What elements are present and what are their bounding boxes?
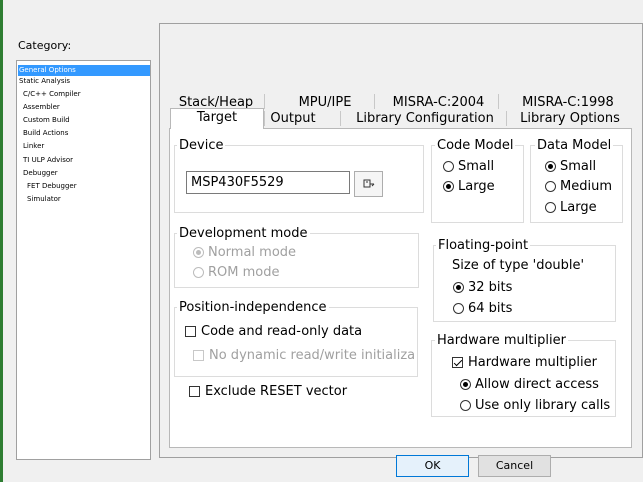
no-dynamic-init-checkbox[interactable]: No dynamic read/write initializatior bbox=[193, 348, 415, 363]
ok-button[interactable]: OK bbox=[396, 455, 469, 477]
hardware-multiplier-title: Hardware multiplier bbox=[435, 333, 568, 348]
tab-divider bbox=[506, 111, 507, 126]
radio-button[interactable] bbox=[453, 282, 464, 293]
category-item-static-analysis[interactable]: Static Analysis bbox=[18, 76, 70, 87]
category-item-linker[interactable]: Linker bbox=[22, 141, 44, 152]
radio-button[interactable] bbox=[460, 400, 471, 411]
checkbox[interactable] bbox=[189, 386, 200, 397]
tab-divider bbox=[264, 94, 265, 109]
category-item-ulp-advisor[interactable]: TI ULP Advisor bbox=[22, 155, 73, 166]
tab-divider bbox=[374, 94, 375, 109]
category-label: Category: bbox=[18, 39, 72, 52]
tab-divider bbox=[498, 94, 499, 109]
radio-button[interactable] bbox=[193, 267, 204, 278]
code-readonly-checkbox[interactable]: Code and read-only data bbox=[185, 324, 362, 339]
double-32-bits[interactable]: 32 bits bbox=[453, 280, 512, 295]
device-group-title: Device bbox=[177, 138, 226, 153]
data-model-medium[interactable]: Medium bbox=[545, 179, 612, 194]
category-item-general-options[interactable]: General Options bbox=[18, 65, 150, 76]
library-calls-option[interactable]: Use only library calls bbox=[460, 398, 610, 413]
category-item-assembler[interactable]: Assembler bbox=[22, 102, 60, 113]
browse-device-icon bbox=[363, 179, 374, 188]
exclude-reset-checkbox[interactable]: Exclude RESET vector bbox=[189, 384, 347, 399]
tab-library-options[interactable]: Library Options bbox=[512, 110, 628, 128]
tab-target[interactable]: Target bbox=[170, 108, 264, 129]
checkbox[interactable] bbox=[185, 326, 196, 337]
allow-direct-access-option[interactable]: Allow direct access bbox=[460, 377, 599, 392]
tab-output[interactable]: Output bbox=[262, 110, 324, 128]
code-model-large[interactable]: Large bbox=[443, 179, 495, 194]
category-list[interactable]: General Options Static Analysis C/C++ Co… bbox=[16, 60, 151, 460]
normal-mode-option[interactable]: Normal mode bbox=[193, 245, 296, 260]
data-model-large[interactable]: Large bbox=[545, 200, 597, 215]
position-independence-title: Position-independence bbox=[177, 300, 329, 315]
rom-mode-option[interactable]: ROM mode bbox=[193, 265, 279, 280]
position-independence-group bbox=[174, 307, 418, 377]
category-item-custom-build[interactable]: Custom Build bbox=[22, 115, 70, 126]
code-model-title: Code Model bbox=[435, 138, 516, 153]
checkbox[interactable] bbox=[193, 350, 204, 361]
category-item-simulator[interactable]: Simulator bbox=[26, 194, 61, 205]
cancel-button[interactable]: Cancel bbox=[478, 455, 551, 477]
radio-button[interactable] bbox=[443, 161, 454, 172]
development-mode-title: Development mode bbox=[177, 226, 310, 241]
radio-button[interactable] bbox=[545, 181, 556, 192]
hardware-multiplier-checkbox[interactable]: Hardware multiplier bbox=[452, 355, 597, 370]
radio-button[interactable] bbox=[193, 247, 204, 258]
window-edge bbox=[0, 0, 3, 482]
category-item-compiler[interactable]: C/C++ Compiler bbox=[22, 89, 81, 100]
radio-button[interactable] bbox=[460, 379, 471, 390]
double-size-label: Size of type 'double' bbox=[452, 258, 585, 273]
radio-button[interactable] bbox=[545, 202, 556, 213]
double-64-bits[interactable]: 64 bits bbox=[453, 301, 512, 316]
category-item-fet-debugger[interactable]: FET Debugger bbox=[26, 181, 77, 192]
category-item-build-actions[interactable]: Build Actions bbox=[22, 128, 68, 139]
data-model-small[interactable]: Small bbox=[545, 159, 596, 174]
tab-library-configuration[interactable]: Library Configuration bbox=[341, 110, 509, 128]
code-model-small[interactable]: Small bbox=[443, 159, 494, 174]
radio-button[interactable] bbox=[453, 303, 464, 314]
device-field[interactable]: MSP430F5529 bbox=[186, 171, 350, 194]
data-model-title: Data Model bbox=[535, 138, 614, 153]
radio-button[interactable] bbox=[443, 181, 454, 192]
device-browse-button[interactable] bbox=[354, 171, 383, 197]
category-item-debugger[interactable]: Debugger bbox=[22, 168, 58, 179]
checkbox[interactable] bbox=[452, 357, 463, 368]
radio-button[interactable] bbox=[545, 161, 556, 172]
floating-point-title: Floating-point bbox=[436, 238, 531, 253]
